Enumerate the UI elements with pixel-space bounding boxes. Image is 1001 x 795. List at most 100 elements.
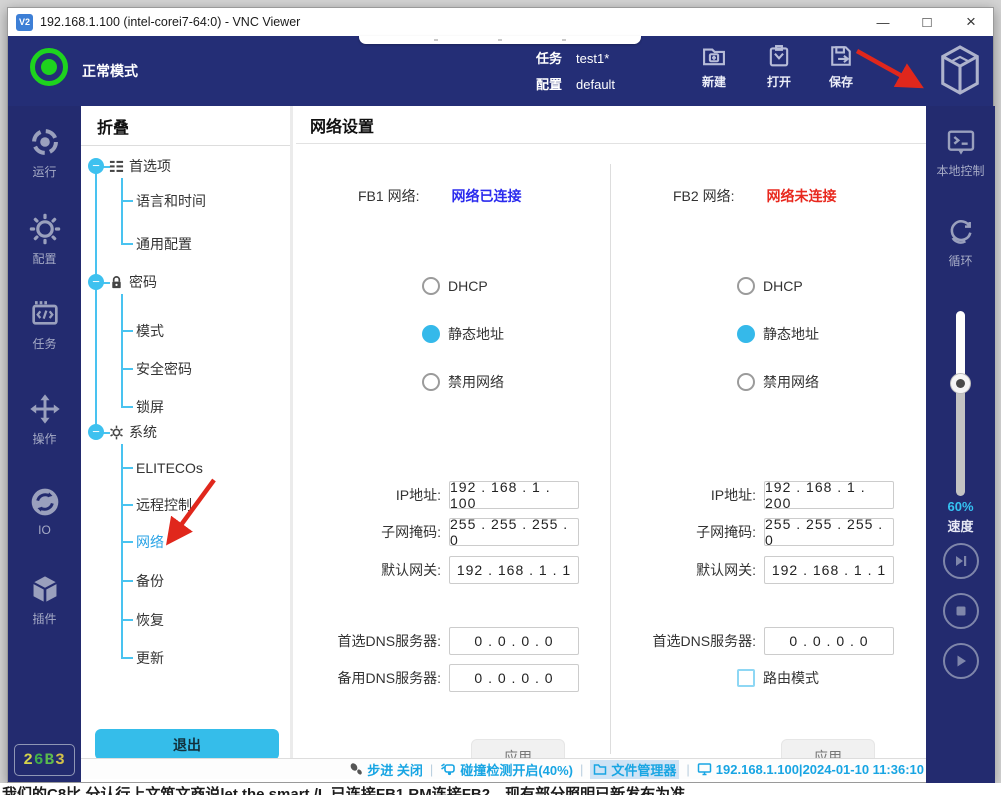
tree-item-general-config[interactable]: 通用配置 [136,232,192,256]
minimize-icon[interactable]: — [861,8,905,36]
fb2-gateway-label: 默认网关: [611,560,761,580]
open-file-icon [765,42,793,70]
fb2-dns1-label: 首选DNS服务器: [611,631,761,651]
step-forward-button[interactable] [943,543,979,579]
fb1-dns2-input[interactable]: 0 . 0 . 0 . 0 [449,664,579,692]
run-icon [29,126,61,158]
open-task-button[interactable]: 打开 [750,42,808,90]
speed-slider-track[interactable] [956,311,965,496]
tree-connector [121,368,133,370]
fb2-mask-input[interactable]: 255 . 255 . 255 . 0 [764,518,894,546]
radio-icon[interactable] [737,277,755,295]
tree-connector [95,166,97,432]
fb2-ip-input[interactable]: 192 . 168 . 1 . 200 [764,481,894,509]
sidebar-item-run[interactable]: 运行 [8,126,81,180]
tree-item-safety-password[interactable]: 安全密码 [136,357,192,381]
tree-item-backup[interactable]: 备份 [136,569,164,593]
sidebar-item-io[interactable]: IO [8,486,81,537]
stop-icon [954,604,968,618]
save-task-button[interactable]: 保存 [812,42,870,90]
close-icon[interactable]: × [949,8,993,36]
fb2-dns1-input[interactable]: 0 . 0 . 0 . 0 [764,627,894,655]
fb1-ip-input[interactable]: 192 . 168 . 1 . 100 [449,481,579,509]
tree-item-remote-control[interactable]: 远程控制 [136,493,192,517]
config-gear-icon [29,213,61,245]
collapse-icon[interactable]: − [88,424,104,440]
fb2-radio-dhcp[interactable]: DHCP [737,274,803,298]
tree-item-mode[interactable]: 模式 [136,319,164,343]
exit-button[interactable]: 退出 [95,729,279,760]
sidebar-item-task[interactable]: 任务 [8,298,81,352]
play-button[interactable] [943,643,979,679]
loop-button[interactable]: 循环 [926,216,995,269]
maximize-icon[interactable]: □ [905,8,949,36]
tree-connector [121,580,133,582]
step-mode-status[interactable]: 步进 关闭 [349,760,423,779]
radio-icon[interactable] [422,277,440,295]
monitor-icon [697,762,712,776]
tree-panel-title[interactable]: 折叠 [81,106,290,146]
tree-item-lock-screen[interactable]: 锁屏 [136,395,164,419]
fb1-gateway-input[interactable]: 192 . 168 . 1 . 1 [449,556,579,584]
plugin-cube-icon [29,573,61,605]
collapse-icon[interactable]: − [88,158,104,174]
save-file-icon [827,42,855,70]
fb1-mask-input[interactable]: 255 . 255 . 255 . 0 [449,518,579,546]
vnc-toolbar-tab[interactable] [359,36,641,44]
status-bar: 步进 关闭 | 碰撞检测开启(40%) | 文件管理器 | 192.168.1.… [81,758,926,779]
fb1-dns1-input[interactable]: 0 . 0 . 0 . 0 [449,627,579,655]
local-control-label: 本地控制 [936,162,984,179]
fb2-network-label: FB2 网络: [673,186,734,206]
page-title: 网络设置 [296,106,926,144]
fb1-radio-disable[interactable]: 禁用网络 [422,370,504,394]
sidebar-item-config[interactable]: 配置 [8,213,81,267]
tree-connector [121,200,133,202]
tree-item-elitecos[interactable]: ELITECOs [136,456,203,480]
collision-detect-status[interactable]: 碰撞检测开启(40%) [440,760,573,779]
checkbox-icon[interactable] [737,669,755,687]
fb1-radio-dhcp[interactable]: DHCP [422,274,488,298]
sidebar-item-operate[interactable]: 操作 [8,393,81,447]
tree-item-network[interactable]: 网络 [136,530,164,554]
tree-item-update[interactable]: 更新 [136,646,164,670]
radio-icon[interactable] [737,325,755,343]
right-sidebar: 本地控制 循环 60% 速度 [926,106,995,784]
new-file-icon [700,42,728,70]
new-task-button[interactable]: 新建 [685,42,743,90]
separator: | [686,762,689,777]
fb2-gateway-input[interactable]: 192 . 168 . 1 . 1 [764,556,894,584]
fb1-status: 网络已连接 [451,186,521,206]
skip-icon [953,553,969,569]
fb1-dns2-label: 备用DNS服务器: [296,668,446,688]
tree-group-system[interactable]: − 系统 [88,420,157,444]
fb1-dns1-label: 首选DNS服务器: [296,631,446,651]
tree-group-preferences[interactable]: − 首选项 [88,154,171,178]
io-sync-icon [29,486,61,518]
tree-connector [121,243,133,245]
tree-connector [121,444,123,658]
tree-group-password[interactable]: − 密码 [88,270,157,294]
radio-icon[interactable] [737,373,755,391]
mode-label: 正常模式 [82,61,138,81]
collapse-icon[interactable]: − [88,274,104,290]
new-task-label: 新建 [702,73,726,90]
radio-label: DHCP [763,278,803,294]
radio-icon[interactable] [422,373,440,391]
fb2-route-mode-checkbox[interactable]: 路由模式 [737,666,819,690]
local-control-button[interactable]: 本地控制 [926,128,995,179]
folder-icon [593,763,607,776]
file-manager-status[interactable]: 文件管理器 [590,760,679,779]
loop-icon [945,216,977,248]
tree-item-language-time[interactable]: 语言和时间 [136,189,206,213]
fb2-radio-disable[interactable]: 禁用网络 [737,370,819,394]
fb2-radio-static[interactable]: 静态地址 [737,322,819,346]
save-task-label: 保存 [829,73,853,90]
connection-status[interactable]: 192.168.1.100|2024-01-10 11:36:10 [697,762,924,777]
elite-logo-icon[interactable] [937,42,983,98]
stop-button[interactable] [943,593,979,629]
fb1-radio-static[interactable]: 静态地址 [422,322,504,346]
sidebar-item-plugin[interactable]: 插件 [8,573,81,627]
radio-icon[interactable] [422,325,440,343]
tree-item-restore[interactable]: 恢复 [136,608,164,632]
speed-slider-thumb[interactable] [950,373,971,394]
